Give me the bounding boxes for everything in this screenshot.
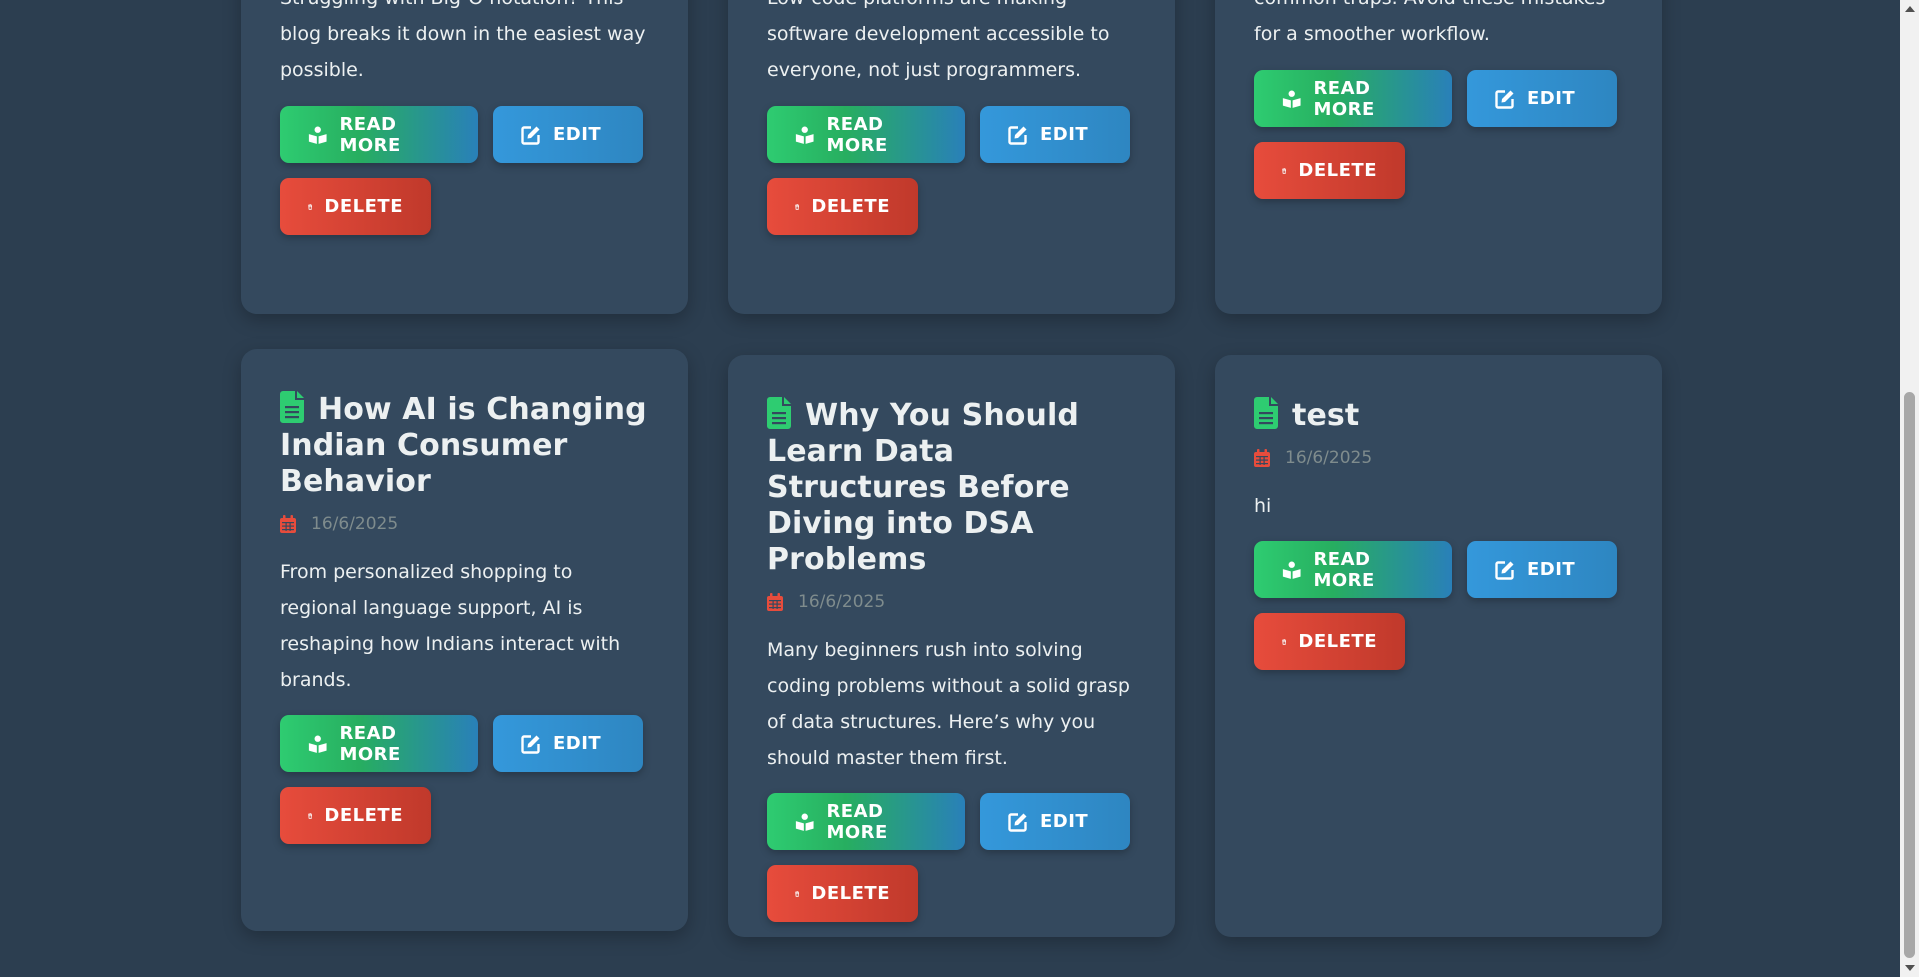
- card-title-text: test: [1292, 398, 1360, 433]
- blog-card: common traps. Avoid these mistakes for a…: [1215, 0, 1662, 314]
- edit-label: EDIT: [1040, 811, 1089, 832]
- calendar-icon: [1254, 449, 1270, 467]
- blog-card: Why You Should Learn Data Structures Bef…: [728, 355, 1175, 937]
- edit-icon: [1495, 89, 1514, 109]
- read-more-button[interactable]: READ MORE: [1254, 70, 1452, 127]
- card-excerpt: Struggling with Big-O notation? This blo…: [280, 0, 646, 81]
- edit-label: EDIT: [553, 733, 602, 754]
- card-date-text: 16/6/2025: [311, 514, 399, 534]
- file-text-icon: [1254, 397, 1278, 429]
- scroll-down-arrow-icon[interactable]: [1905, 965, 1915, 971]
- card-title-text: How AI is Changing Indian Consumer Behav…: [280, 392, 647, 499]
- trash-icon: [308, 812, 313, 819]
- book-reader-icon: [1282, 561, 1301, 579]
- card-date-text: 16/6/2025: [1285, 448, 1373, 468]
- edit-button[interactable]: EDIT: [493, 106, 643, 163]
- read-more-button[interactable]: READ MORE: [280, 106, 478, 163]
- delete-label: DELETE: [324, 805, 403, 826]
- card-date: 16/6/2025: [280, 512, 649, 536]
- blog-card: Low-code platforms are making software d…: [728, 0, 1175, 314]
- blog-card: How AI is Changing Indian Consumer Behav…: [241, 349, 688, 931]
- delete-button[interactable]: DELETE: [1254, 613, 1405, 670]
- calendar-icon: [767, 593, 783, 611]
- trash-icon: [1282, 638, 1287, 645]
- delete-button[interactable]: DELETE: [280, 178, 431, 235]
- scrollbar-thumb[interactable]: [1904, 392, 1915, 958]
- card-date: 16/6/2025: [1254, 446, 1623, 470]
- read-more-label: READ MORE: [339, 722, 401, 765]
- file-text-icon: [280, 391, 304, 423]
- edit-label: EDIT: [1040, 124, 1089, 145]
- read-more-button[interactable]: READ MORE: [1254, 541, 1452, 598]
- scroll-up-arrow-icon[interactable]: [1905, 6, 1915, 12]
- trash-icon: [308, 203, 313, 210]
- vertical-scrollbar[interactable]: [1900, 0, 1919, 977]
- card-excerpt: hi: [1254, 495, 1272, 517]
- edit-button[interactable]: EDIT: [1467, 541, 1617, 598]
- book-reader-icon: [1282, 90, 1301, 108]
- card-title: How AI is Changing Indian Consumer Behav…: [280, 391, 649, 500]
- card-title-text: Why You Should Learn Data Structures Bef…: [767, 398, 1079, 577]
- delete-label: DELETE: [811, 196, 890, 217]
- blog-card: test 16/6/2025 hi READ MORE EDIT DELETE: [1215, 355, 1662, 937]
- card-title: test: [1254, 397, 1623, 434]
- edit-icon: [521, 125, 540, 145]
- blog-list-viewport: Struggling with Big-O notation? This blo…: [0, 0, 1900, 977]
- read-more-button[interactable]: READ MORE: [280, 715, 478, 772]
- delete-label: DELETE: [1298, 160, 1377, 181]
- trash-icon: [1282, 167, 1287, 174]
- file-text-icon: [767, 397, 791, 429]
- read-more-label: READ MORE: [826, 800, 888, 843]
- delete-button[interactable]: DELETE: [767, 178, 918, 235]
- delete-button[interactable]: DELETE: [1254, 142, 1405, 199]
- edit-icon: [1008, 812, 1027, 832]
- book-reader-icon: [308, 735, 327, 753]
- edit-button[interactable]: EDIT: [980, 793, 1130, 850]
- read-more-label: READ MORE: [1313, 77, 1375, 120]
- edit-label: EDIT: [1527, 559, 1576, 580]
- book-reader-icon: [795, 813, 814, 831]
- delete-label: DELETE: [324, 196, 403, 217]
- card-excerpt: Low-code platforms are making software d…: [767, 0, 1110, 81]
- blog-card: Struggling with Big-O notation? This blo…: [241, 0, 688, 314]
- edit-button[interactable]: EDIT: [980, 106, 1130, 163]
- edit-icon: [1008, 125, 1027, 145]
- card-date: 16/6/2025: [767, 590, 1136, 614]
- read-more-label: READ MORE: [826, 113, 888, 156]
- card-title: Why You Should Learn Data Structures Bef…: [767, 397, 1136, 578]
- card-excerpt: common traps. Avoid these mistakes for a…: [1254, 0, 1605, 45]
- delete-label: DELETE: [811, 883, 890, 904]
- trash-icon: [795, 890, 800, 897]
- read-more-button[interactable]: READ MORE: [767, 106, 965, 163]
- delete-button[interactable]: DELETE: [767, 865, 918, 922]
- trash-icon: [795, 203, 800, 210]
- edit-button[interactable]: EDIT: [1467, 70, 1617, 127]
- book-reader-icon: [795, 126, 814, 144]
- card-date-text: 16/6/2025: [798, 592, 886, 612]
- read-more-label: READ MORE: [1313, 548, 1375, 591]
- card-excerpt: Many beginners rush into solving coding …: [767, 639, 1130, 769]
- edit-button[interactable]: EDIT: [493, 715, 643, 772]
- card-excerpt: From personalized shopping to regional l…: [280, 561, 621, 691]
- edit-label: EDIT: [553, 124, 602, 145]
- edit-icon: [1495, 560, 1514, 580]
- edit-label: EDIT: [1527, 88, 1576, 109]
- edit-icon: [521, 734, 540, 754]
- read-more-button[interactable]: READ MORE: [767, 793, 965, 850]
- read-more-label: READ MORE: [339, 113, 401, 156]
- delete-label: DELETE: [1298, 631, 1377, 652]
- delete-button[interactable]: DELETE: [280, 787, 431, 844]
- calendar-icon: [280, 515, 296, 533]
- book-reader-icon: [308, 126, 327, 144]
